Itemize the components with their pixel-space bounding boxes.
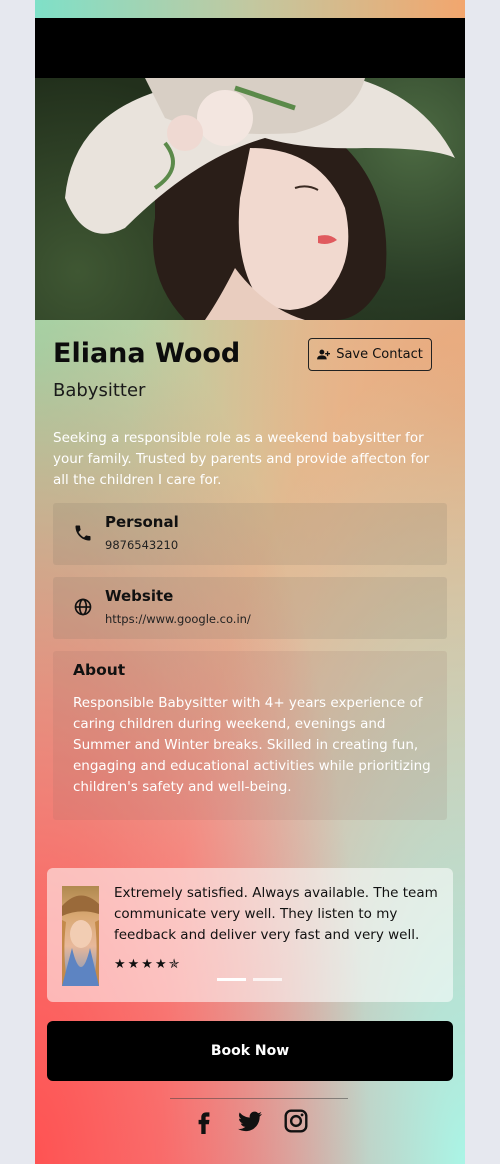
facebook-icon[interactable] <box>191 1108 217 1134</box>
profile-role: Babysitter <box>53 380 146 401</box>
carousel-dot-1[interactable] <box>217 978 246 981</box>
about-title: About <box>73 661 126 679</box>
contact-phone-value: 9876543210 <box>105 538 179 552</box>
save-contact-button[interactable]: Save Contact <box>308 338 432 371</box>
profile-bio: Seeking a responsible role as a weekend … <box>53 430 430 488</box>
top-gradient-bar <box>35 0 465 18</box>
book-now-button[interactable]: Book Now <box>47 1021 453 1081</box>
carousel-dot-2[interactable] <box>253 978 282 981</box>
instagram-icon[interactable] <box>283 1108 309 1134</box>
profile-photo <box>35 78 465 320</box>
contact-website-label: Website <box>105 587 174 605</box>
star-rating: ★★★★✯ <box>114 957 182 972</box>
profile-card: Eliana Wood Babysitter Save Contact Seek… <box>35 0 465 1164</box>
footer-divider <box>170 1098 348 1099</box>
phone-icon <box>75 525 91 541</box>
carousel-dots <box>217 978 282 981</box>
header-band <box>35 18 465 78</box>
twitter-icon[interactable] <box>237 1108 263 1134</box>
contact-website-row[interactable]: Website https://www.google.co.in/ <box>53 577 447 639</box>
contact-phone-label: Personal <box>105 513 179 531</box>
reviewer-avatar <box>62 886 99 986</box>
about-text: Responsible Babysitter with 4+ years exp… <box>73 695 431 795</box>
globe-icon <box>74 598 92 616</box>
contact-website-value: https://www.google.co.in/ <box>105 612 251 626</box>
profile-name: Eliana Wood <box>53 338 241 369</box>
social-links <box>35 1108 465 1134</box>
save-contact-label: Save Contact <box>336 347 423 362</box>
about-section: About Responsible Babysitter with 4+ yea… <box>53 651 447 820</box>
testimonial-card: Extremely satisfied. Always available. T… <box>47 868 453 1002</box>
add-user-icon <box>317 349 331 360</box>
contact-phone-row[interactable]: Personal 9876543210 <box>53 503 447 565</box>
testimonial-quote: Extremely satisfied. Always available. T… <box>114 885 438 943</box>
